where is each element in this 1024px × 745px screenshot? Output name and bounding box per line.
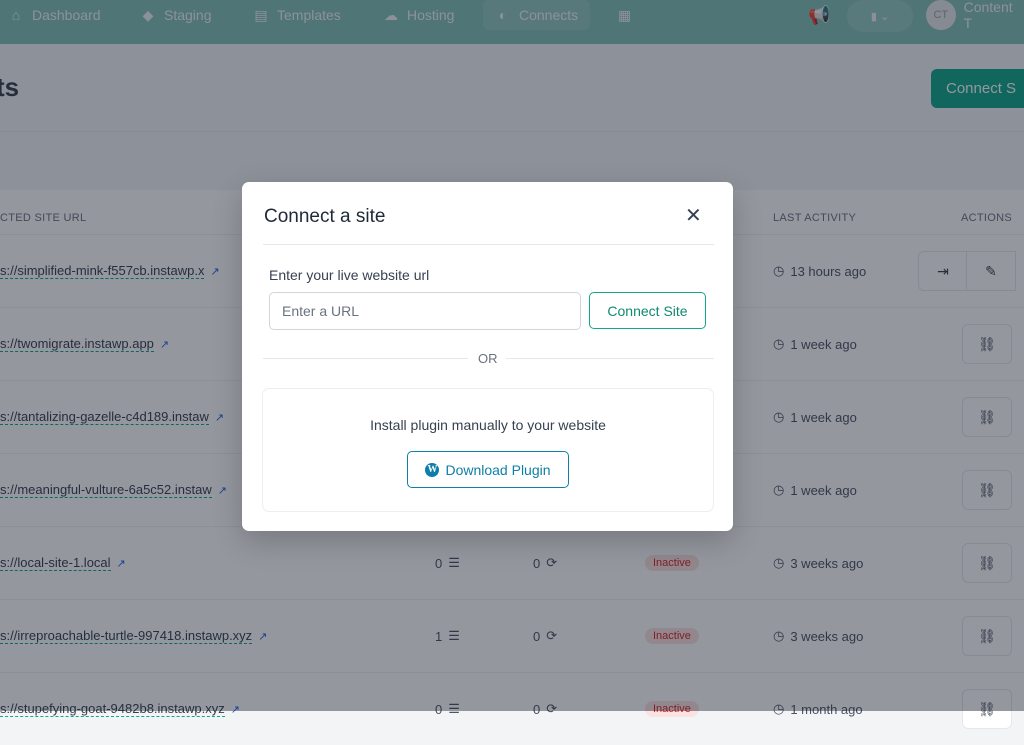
- url-input[interactable]: [269, 292, 581, 330]
- plugin-text: Install plugin manually to your website: [370, 417, 606, 433]
- download-plugin-button[interactable]: W Download Plugin: [407, 451, 569, 488]
- plugin-box: Install plugin manually to your website …: [262, 388, 714, 512]
- divider: [506, 358, 714, 359]
- close-icon[interactable]: ✕: [685, 206, 702, 226]
- connect-site-modal: Connect a site ✕ Enter your live website…: [242, 182, 733, 531]
- divider: [263, 244, 714, 245]
- divider: [263, 358, 468, 359]
- modal-connect-site-button[interactable]: Connect Site: [589, 292, 706, 329]
- url-label: Enter your live website url: [269, 267, 430, 283]
- or-label: OR: [478, 351, 498, 366]
- modal-title: Connect a site: [264, 206, 386, 227]
- wordpress-icon: W: [425, 462, 440, 477]
